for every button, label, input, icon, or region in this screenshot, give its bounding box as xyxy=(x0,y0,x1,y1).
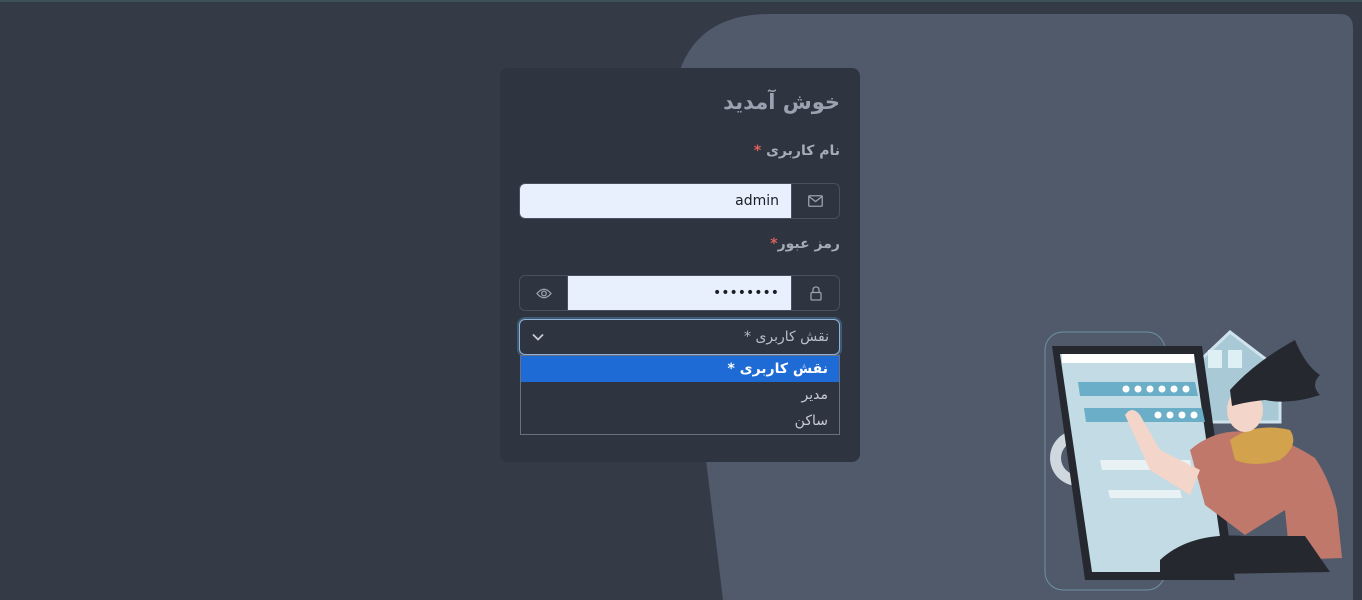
login-card: خوش آمدید نام کاربری * admin رمز عبور* •… xyxy=(500,68,860,462)
lock-icon xyxy=(809,285,822,301)
role-option-placeholder[interactable]: نقش کاربری * xyxy=(521,356,839,382)
username-field[interactable]: admin xyxy=(520,184,791,218)
login-illustration xyxy=(1044,330,1342,591)
password-field[interactable]: •••••••• xyxy=(568,276,791,310)
password-input-group: •••••••• xyxy=(519,275,840,311)
role-select[interactable]: نقش کاربری * xyxy=(519,319,840,355)
envelope-icon xyxy=(808,195,823,207)
password-label: رمز عبور* xyxy=(770,236,840,252)
username-addon xyxy=(791,184,839,218)
username-label: نام کاربری * xyxy=(754,143,840,159)
role-dropdown: نقش کاربری * مدیر ساکن xyxy=(520,355,840,435)
eye-icon xyxy=(535,288,552,298)
role-select-value: نقش کاربری * xyxy=(744,329,829,345)
password-label-text: رمز عبور xyxy=(777,236,840,252)
username-label-text: نام کاربری xyxy=(766,143,840,159)
role-option-resident[interactable]: ساکن xyxy=(521,408,839,434)
password-addon xyxy=(791,276,839,310)
required-mark: * xyxy=(770,236,778,252)
page-title: خوش آمدید xyxy=(723,90,840,114)
chevron-down-icon xyxy=(532,333,544,341)
role-option-manager[interactable]: مدیر xyxy=(521,382,839,408)
required-mark: * xyxy=(753,143,762,159)
username-input-group: admin xyxy=(519,183,840,219)
toggle-password-button[interactable] xyxy=(520,276,568,310)
